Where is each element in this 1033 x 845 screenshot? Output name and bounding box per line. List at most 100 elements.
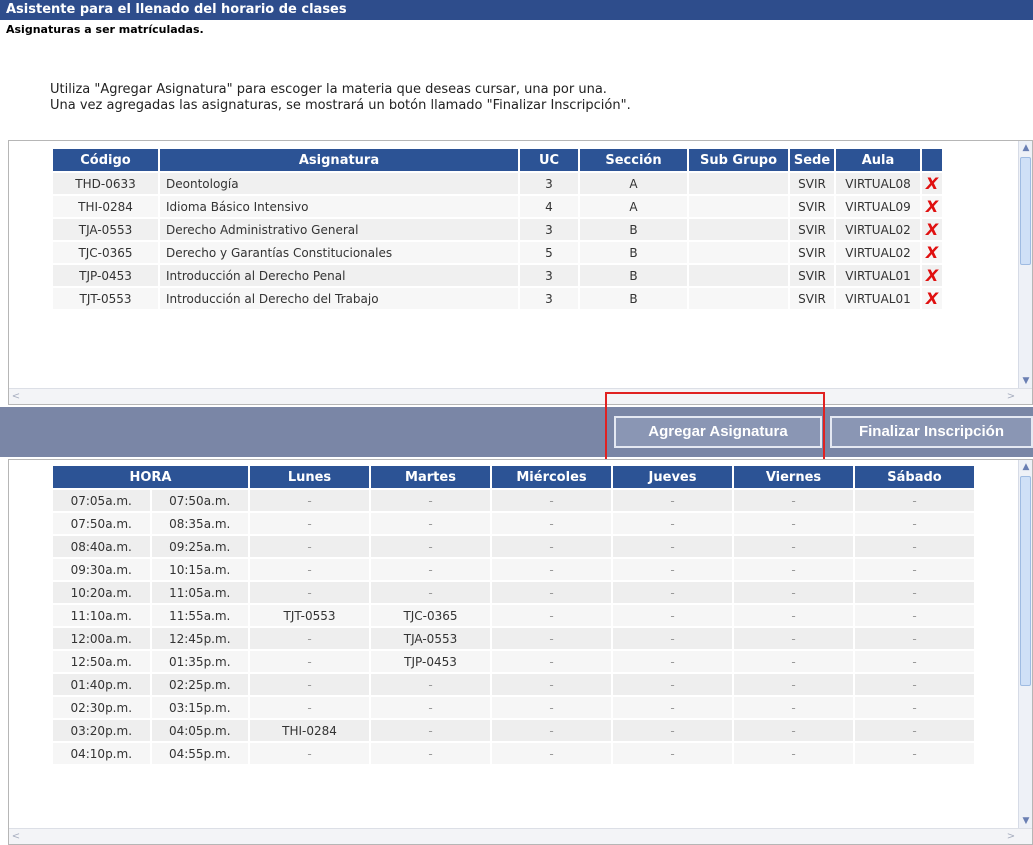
header-sede: Sede <box>790 149 834 171</box>
table-row: TJC-0365 Derecho y Garantías Constitucion… <box>53 242 942 263</box>
table-row: 07:05a.m. 07:50a.m. - - - - - - <box>53 490 974 511</box>
cell-martes: - <box>371 674 490 695</box>
delete-icon[interactable]: X <box>922 242 942 263</box>
table-row: THI-0284 Idioma Básico Intensivo 4 A SVIR VIR… <box>53 196 942 217</box>
scroll-up-icon[interactable]: ▲ <box>1019 460 1032 474</box>
scroll-left-icon[interactable]: < <box>9 389 23 404</box>
cell-hora-fin: 10:15a.m. <box>151 559 248 580</box>
cell-hora-inicio: 08:40a.m. <box>53 536 150 557</box>
header-martes: Martes <box>371 466 490 488</box>
header-hora: HORA <box>53 466 248 488</box>
cell-martes: - <box>371 536 490 557</box>
window-title: Asistente para el llenado del horario de… <box>0 0 1033 20</box>
header-seccion: Sección <box>580 149 687 171</box>
cell-miercoles: - <box>492 582 611 603</box>
cell-sabado: - <box>855 674 974 695</box>
cell-seccion: B <box>580 219 687 240</box>
subjects-vertical-scrollbar[interactable]: ▲ ▼ <box>1018 141 1032 388</box>
cell-lunes: - <box>250 582 369 603</box>
cell-aula: VIRTUAL02 <box>836 219 920 240</box>
cell-hora-fin: 02:25p.m. <box>151 674 248 695</box>
cell-martes: - <box>371 743 490 764</box>
cell-jueves: - <box>613 490 732 511</box>
table-row: 08:40a.m. 09:25a.m. - - - - - - <box>53 536 974 557</box>
cell-hora-fin: 08:35a.m. <box>151 513 248 534</box>
cell-asignatura: Idioma Básico Intensivo <box>160 196 518 217</box>
scroll-right-icon[interactable]: > <box>1004 389 1018 404</box>
finish-enrollment-button[interactable]: Finalizar Inscripción <box>830 416 1033 448</box>
cell-lunes: - <box>250 490 369 511</box>
cell-codigo: TJP-0453 <box>53 265 158 286</box>
scroll-left-icon[interactable]: < <box>9 829 23 844</box>
schedule-vertical-scrollbar[interactable]: ▲ ▼ <box>1018 460 1032 828</box>
schedule-horizontal-scrollbar[interactable]: < > <box>9 828 1032 844</box>
header-miercoles: Miércoles <box>492 466 611 488</box>
cell-sabado: - <box>855 743 974 764</box>
cell-uc: 3 <box>520 265 578 286</box>
cell-jueves: - <box>613 559 732 580</box>
cell-aula: VIRTUAL01 <box>836 288 920 309</box>
cell-sabado: - <box>855 582 974 603</box>
cell-uc: 4 <box>520 196 578 217</box>
cell-lunes: - <box>250 651 369 672</box>
table-row: TJA-0553 Derecho Administrativo General 3 B… <box>53 219 942 240</box>
header-asignatura: Asignatura <box>160 149 518 171</box>
scroll-down-icon[interactable]: ▼ <box>1019 374 1032 388</box>
cell-codigo: THD-0633 <box>53 173 158 194</box>
cell-seccion: B <box>580 265 687 286</box>
scroll-thumb[interactable] <box>1020 476 1031 686</box>
header-viernes: Viernes <box>734 466 853 488</box>
cell-viernes: - <box>734 674 853 695</box>
action-toolbar: Agregar Asignatura Finalizar Inscripción <box>0 407 1033 457</box>
add-subject-button[interactable]: Agregar Asignatura <box>614 416 822 448</box>
cell-sub-grupo <box>689 288 788 309</box>
cell-hora-fin: 11:55a.m. <box>151 605 248 626</box>
header-lunes: Lunes <box>250 466 369 488</box>
instructions-line-1: Utiliza "Agregar Asignatura" para escoge… <box>50 82 607 97</box>
cell-seccion: A <box>580 173 687 194</box>
scroll-down-icon[interactable]: ▼ <box>1019 814 1032 828</box>
cell-lunes: - <box>250 559 369 580</box>
cell-aula: VIRTUAL08 <box>836 173 920 194</box>
cell-sub-grupo <box>689 265 788 286</box>
subjects-table: Código Asignatura UC Sección Sub Grupo S… <box>51 147 944 311</box>
cell-martes: - <box>371 559 490 580</box>
cell-sabado: - <box>855 513 974 534</box>
cell-martes: TJA-0553 <box>371 628 490 649</box>
cell-hora-inicio: 04:10p.m. <box>53 743 150 764</box>
cell-viernes: - <box>734 697 853 718</box>
cell-sub-grupo <box>689 219 788 240</box>
cell-viernes: - <box>734 582 853 603</box>
cell-hora-fin: 03:15p.m. <box>151 697 248 718</box>
cell-hora-fin: 01:35p.m. <box>151 651 248 672</box>
scroll-up-icon[interactable]: ▲ <box>1019 141 1032 155</box>
cell-jueves: - <box>613 513 732 534</box>
cell-sub-grupo <box>689 173 788 194</box>
delete-icon[interactable]: X <box>922 196 942 217</box>
cell-hora-inicio: 03:20p.m. <box>53 720 150 741</box>
scroll-thumb[interactable] <box>1020 157 1031 265</box>
cell-miercoles: - <box>492 536 611 557</box>
delete-icon[interactable]: X <box>922 288 942 309</box>
cell-martes: - <box>371 490 490 511</box>
cell-lunes: TJT-0553 <box>250 605 369 626</box>
cell-codigo: TJT-0553 <box>53 288 158 309</box>
delete-icon[interactable]: X <box>922 219 942 240</box>
cell-aula: VIRTUAL09 <box>836 196 920 217</box>
delete-icon[interactable]: X <box>922 173 942 194</box>
cell-viernes: - <box>734 720 853 741</box>
cell-sabado: - <box>855 605 974 626</box>
cell-lunes: THI-0284 <box>250 720 369 741</box>
table-row: THD-0633 Deontología 3 A SVIR VIRTUAL08 X <box>53 173 942 194</box>
cell-asignatura: Introducción al Derecho Penal <box>160 265 518 286</box>
table-row: TJT-0553 Introducción al Derecho del Trab… <box>53 288 942 309</box>
header-aula: Aula <box>836 149 920 171</box>
cell-hora-fin: 04:05p.m. <box>151 720 248 741</box>
cell-asignatura: Derecho y Garantías Constitucionales <box>160 242 518 263</box>
cell-codigo: TJA-0553 <box>53 219 158 240</box>
scroll-right-icon[interactable]: > <box>1004 829 1018 844</box>
cell-sabado: - <box>855 628 974 649</box>
delete-icon[interactable]: X <box>922 265 942 286</box>
cell-miercoles: - <box>492 651 611 672</box>
subjects-horizontal-scrollbar[interactable]: < > <box>9 388 1032 404</box>
